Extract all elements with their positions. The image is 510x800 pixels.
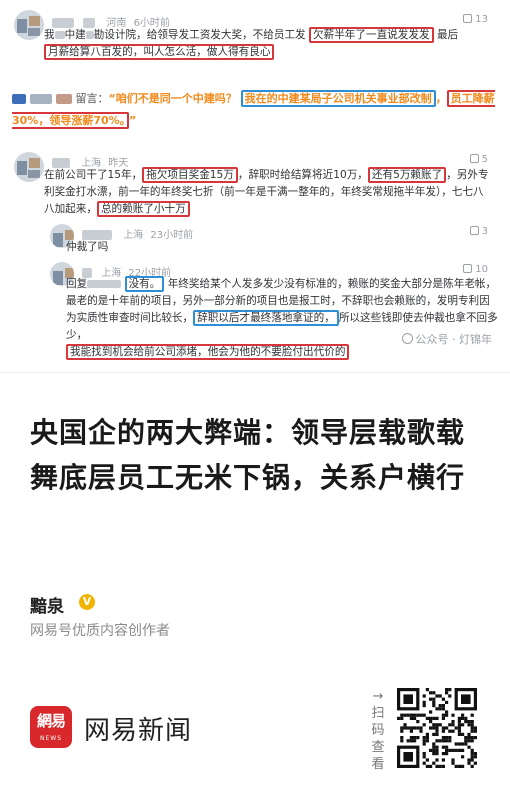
qr-code[interactable] xyxy=(397,688,477,768)
highlight-box-red: 拖欠项目奖金15万 xyxy=(142,167,238,183)
arrow-right-icon: → xyxy=(372,689,384,704)
like-count: 5 xyxy=(481,154,488,165)
highlight-box-red: 欠薪半年了一直说发发发 xyxy=(309,27,434,43)
like-count: 13 xyxy=(475,14,488,25)
divider xyxy=(0,372,510,373)
like-button[interactable]: 10 xyxy=(463,264,488,275)
message-label: 留言： xyxy=(75,92,109,105)
comment-time: 23小时前 xyxy=(150,230,194,241)
highlight-box-blue: 辞职以后才最终落地拿证的， xyxy=(193,310,339,326)
blurred-username xyxy=(29,94,52,104)
highlight-box-red: 总的赖账了小十万 xyxy=(96,201,190,217)
author-description: 网易号优质内容创作者 xyxy=(30,623,170,639)
like-button[interactable]: 13 xyxy=(463,14,488,25)
blurred-text xyxy=(85,31,94,39)
wechat-official-icon xyxy=(401,333,413,344)
watermark: 公众号 · 灯锦年 xyxy=(401,331,492,347)
article-headline: 央国企的两大弊端：领导层载歌载舞底层员工无米下锅，关系户横行 xyxy=(30,416,466,494)
blurred-username xyxy=(55,94,72,104)
like-thumb-icon xyxy=(463,14,473,23)
avatar[interactable] xyxy=(14,152,44,182)
comment-text: 在前公司干了15年， 拖欠项目奖金15万 ，辞职时给结算将近10万， 还有5万赖账了，… xyxy=(44,167,489,217)
blurred-text xyxy=(54,31,65,39)
quoted-message: 留言：“咱们不是同一个中建吗？ 我在的中建某局子公司机关事业部改制，员工降薪30… xyxy=(12,90,495,129)
scan-to-view: → 扫 码 查 看 xyxy=(371,689,385,772)
highlight-box-red: 我能找到机会给前公司添堵，他会为他的不要脸付出代价的 xyxy=(66,344,350,360)
highlight-box-blue: 我在的中建某局子公司机关事业部改制 xyxy=(240,90,436,107)
like-thumb-icon xyxy=(469,154,479,163)
blurred-username xyxy=(87,280,122,288)
like-thumb-icon xyxy=(463,264,473,273)
comment-screenshot: 河南 6小时前 13 我中建 勘设计院，给领导发工资发大奖，不给员工发 欠薪半年了… xyxy=(0,0,510,372)
comment-text: 回复 没有。 年终奖给某个人发多发少没有标准的，赖账的奖金大部分是陈年老帐，最老… xyxy=(66,276,498,360)
like-button[interactable]: 5 xyxy=(469,154,488,165)
like-button[interactable]: 3 xyxy=(469,226,488,237)
comment-text: 仲裁了吗 xyxy=(66,241,109,253)
netease-news-logo: 網易 NEWS xyxy=(30,706,72,748)
highlight-box-red: 月薪给算八百发的，叫人怎么活，做人得有良心 xyxy=(44,44,275,60)
like-count: 3 xyxy=(481,226,488,237)
comment-text: 我中建 勘设计院，给领导发工资发大奖，不给员工发 欠薪半年了一直说发发发 最后 月… xyxy=(44,27,459,60)
avatar[interactable] xyxy=(14,10,44,40)
qr-code-graphic xyxy=(397,688,477,768)
brand-name: 网易新闻 xyxy=(84,716,193,746)
author-name[interactable]: 黯泉 xyxy=(30,592,64,617)
like-count: 10 xyxy=(475,264,488,275)
highlight-box-blue: 没有。 xyxy=(124,276,165,292)
verified-badge-icon: V xyxy=(79,594,95,610)
comment-location: 上海 xyxy=(123,230,144,241)
like-thumb-icon xyxy=(469,226,479,235)
blurred-username xyxy=(12,94,26,104)
highlight-box-red: 还有5万赖账了 xyxy=(367,167,447,183)
